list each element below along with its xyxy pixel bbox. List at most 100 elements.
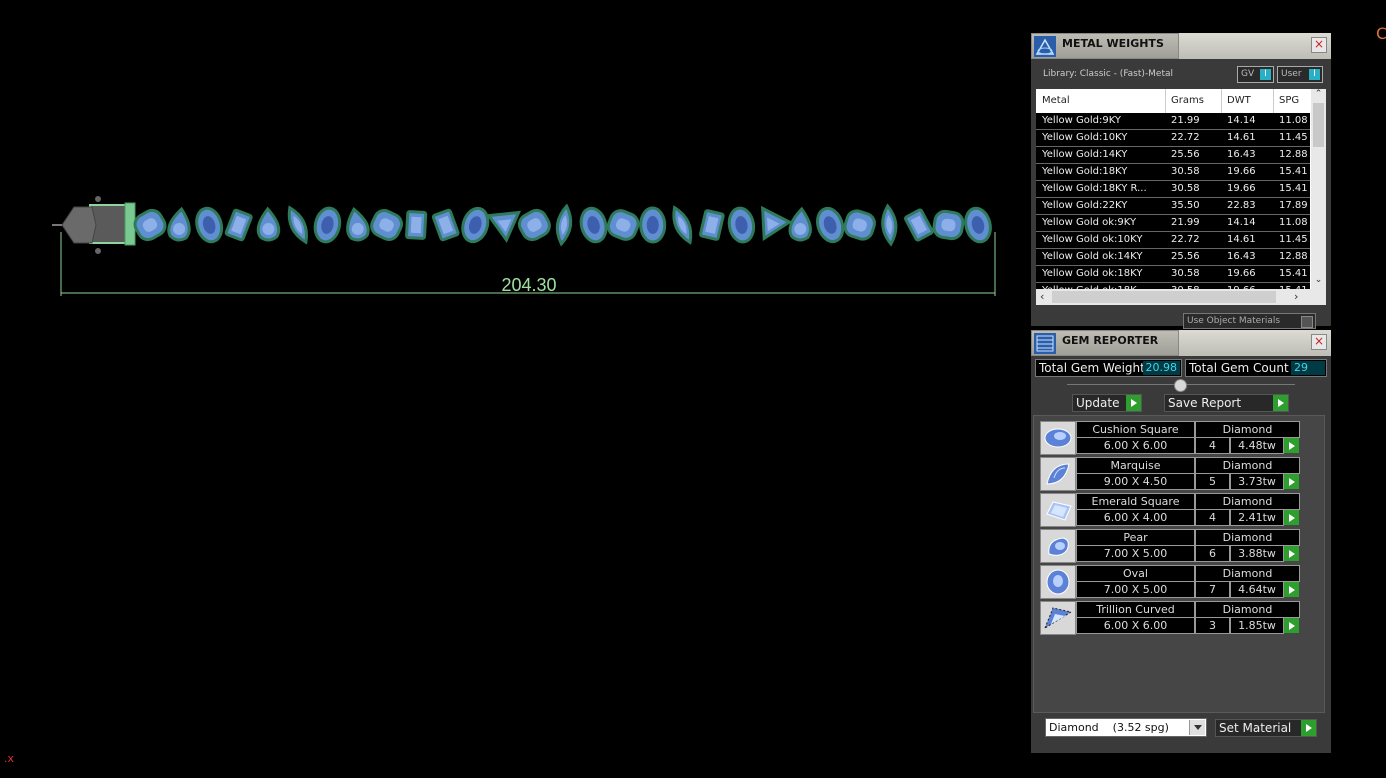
- gem-oval: [579, 206, 608, 244]
- table-cell: 22.72: [1171, 132, 1200, 143]
- vertical-scrollbar[interactable]: ⌃ ⌄: [1311, 89, 1326, 289]
- table-cell: Yellow Gold:14KY: [1042, 149, 1128, 160]
- table-row[interactable]: Yellow Gold:10KY 22.72 14.61 11.45: [1036, 130, 1310, 147]
- table-row[interactable]: Yellow Gold ok:10KY 22.72 14.61 11.45: [1036, 232, 1310, 249]
- column-header-grams[interactable]: Grams: [1171, 89, 1221, 113]
- close-button[interactable]: ×: [1311, 37, 1327, 53]
- table-cell: 22.83: [1227, 200, 1256, 211]
- select-gem-button[interactable]: [1284, 438, 1299, 453]
- update-button[interactable]: Update: [1072, 394, 1142, 412]
- gem-shape: Cushion Square: [1076, 421, 1195, 438]
- cushion-gem-icon: [1040, 421, 1076, 455]
- table-row[interactable]: Yellow Gold ok:14KY 25.56 16.43 12.88: [1036, 249, 1310, 266]
- table-row[interactable]: Yellow Gold:14KY 25.56 16.43 12.88: [1036, 147, 1310, 164]
- gem-list-item[interactable]: Oval Diamond 7.00 X 5.00 7 4.64tw: [1040, 565, 1300, 599]
- horizontal-scrollbar[interactable]: ‹ ›: [1036, 289, 1326, 305]
- scroll-left-icon[interactable]: ‹: [1040, 289, 1044, 305]
- column-header-metal[interactable]: Metal: [1042, 89, 1162, 113]
- gem-list-item[interactable]: Emerald Square Diamond 6.00 X 4.00 4 2.41tw: [1040, 493, 1300, 527]
- column-header-dwt[interactable]: DWT: [1227, 89, 1273, 113]
- 3d-viewport[interactable]: 204.30 .x: [0, 0, 1030, 778]
- table-cell: 11.45: [1279, 132, 1308, 143]
- metal-weights-table[interactable]: Metal Grams DWT SPG Yellow Gold:9KY 21.99…: [1036, 89, 1326, 305]
- save-report-button[interactable]: Save Report: [1164, 394, 1289, 412]
- slider-handle[interactable]: [1174, 379, 1187, 392]
- gem-count: 4: [1195, 509, 1230, 526]
- user-toggle[interactable]: User I: [1277, 66, 1323, 83]
- gem-pear: [346, 206, 370, 242]
- gem-list-item[interactable]: Cushion Square Diamond 6.00 X 6.00 4 4.48tw: [1040, 421, 1300, 455]
- table-cell: 15.41: [1279, 183, 1308, 194]
- gem-oval: [313, 206, 342, 244]
- gem-list-item[interactable]: Pear Diamond 7.00 X 5.00 6 3.88tw: [1040, 529, 1300, 563]
- table-row[interactable]: Yellow Gold:22KY 35.50 22.83 17.89: [1036, 198, 1310, 215]
- gem-weight: 1.85tw: [1230, 617, 1284, 634]
- table-cell: Yellow Gold:22KY: [1042, 200, 1128, 211]
- clasp-cap: [61, 206, 97, 244]
- gem-trillion: [486, 210, 522, 243]
- gem-material: Diamond: [1195, 529, 1300, 546]
- chevron-down-icon[interactable]: [1189, 720, 1205, 735]
- gem-shape: Oval: [1076, 565, 1195, 582]
- gem-marquise: [287, 205, 308, 245]
- scroll-down-icon[interactable]: ⌄: [1311, 275, 1326, 285]
- gem-list[interactable]: Cushion Square Diamond 6.00 X 6.00 4 4.48tw M…: [1033, 415, 1325, 713]
- table-row[interactable]: Yellow Gold:18KY 30.58 19.66 15.41: [1036, 164, 1310, 181]
- gem-size: 6.00 X 6.00: [1076, 617, 1195, 634]
- h-scrollbar-thumb[interactable]: [1052, 291, 1276, 303]
- table-row[interactable]: Yellow Gold ok:9KY 21.99 14.14 11.08: [1036, 215, 1310, 232]
- table-cell: 14.14: [1227, 217, 1256, 228]
- table-row[interactable]: Yellow Gold ok:18KY 30.58 19.66 15.41: [1036, 266, 1310, 283]
- corner-glyph-icon: C: [1376, 24, 1386, 43]
- gem-size: 9.00 X 4.50: [1076, 473, 1195, 490]
- table-header: Metal Grams DWT SPG: [1036, 89, 1310, 113]
- table-cell: 19.66: [1227, 183, 1256, 194]
- material-select[interactable]: Diamond (3.52 spg): [1045, 718, 1207, 737]
- select-gem-button[interactable]: [1284, 618, 1299, 633]
- table-cell: Yellow Gold ok:14KY: [1042, 251, 1143, 262]
- table-cell: 11.08: [1279, 217, 1308, 228]
- table-cell: 25.56: [1171, 251, 1200, 262]
- scrollbar-thumb[interactable]: [1313, 103, 1324, 147]
- scroll-right-icon[interactable]: ›: [1294, 289, 1298, 305]
- table-body: Yellow Gold:9KY 21.99 14.14 11.08 Yellow Gol…: [1036, 113, 1310, 300]
- metal-weights-panel: METAL WEIGHTS × Library: Classic - (Fast…: [1031, 33, 1331, 329]
- table-cell: 14.61: [1227, 234, 1256, 245]
- table-row[interactable]: Yellow Gold:9KY 21.99 14.14 11.08: [1036, 113, 1310, 130]
- gem-list-item[interactable]: Trillion Curved Diamond 6.00 X 6.00 3 1.85tw: [1040, 601, 1300, 635]
- library-label: Library: Classic - (Fast)-Metal: [1043, 69, 1174, 79]
- gem-shape: Marquise: [1076, 457, 1195, 474]
- checkbox-icon[interactable]: [1301, 316, 1313, 328]
- clasp-screw: [95, 196, 101, 202]
- select-gem-button[interactable]: [1284, 546, 1299, 561]
- gem-list-item[interactable]: Marquise Diamond 9.00 X 4.50 5 3.73tw: [1040, 457, 1300, 491]
- gem-reporter-tab[interactable]: GEM REPORTER: [1031, 330, 1179, 356]
- gem-cushion: [370, 209, 403, 241]
- metal-weights-tab[interactable]: METAL WEIGHTS: [1031, 33, 1179, 59]
- table-cell: Yellow Gold ok:9KY: [1042, 217, 1137, 228]
- gem-material: Diamond: [1195, 565, 1300, 582]
- gem-pear: [788, 206, 812, 242]
- gem-size: 6.00 X 6.00: [1076, 437, 1195, 454]
- gem-size: 6.00 X 4.00: [1076, 509, 1195, 526]
- select-gem-button[interactable]: [1284, 474, 1299, 489]
- select-gem-button[interactable]: [1284, 582, 1299, 597]
- table-cell: 17.89: [1279, 200, 1308, 211]
- table-cell: 12.88: [1279, 149, 1308, 160]
- gv-toggle[interactable]: GV I: [1237, 66, 1274, 83]
- close-button[interactable]: ×: [1311, 334, 1327, 350]
- gem-cushion: [606, 209, 640, 241]
- gem-weight: 4.64tw: [1230, 581, 1284, 598]
- gem-marquise: [881, 203, 898, 247]
- table-cell: 14.14: [1227, 115, 1256, 126]
- scroll-up-icon[interactable]: ⌃: [1311, 89, 1326, 99]
- set-material-button[interactable]: Set Material: [1215, 719, 1317, 737]
- dimension-label: 204.30: [501, 275, 557, 295]
- axis-indicator: .x: [4, 752, 15, 765]
- select-gem-button[interactable]: [1284, 510, 1299, 525]
- column-header-spg[interactable]: SPG: [1279, 89, 1310, 113]
- gem-reporter-title-bar[interactable]: GEM REPORTER ×: [1031, 330, 1331, 356]
- metal-weights-title-bar[interactable]: METAL WEIGHTS ×: [1031, 33, 1331, 59]
- table-row[interactable]: Yellow Gold:18KY R... 30.58 19.66 15.41: [1036, 181, 1310, 198]
- use-object-materials-checkbox[interactable]: Use Object Materials: [1183, 313, 1316, 329]
